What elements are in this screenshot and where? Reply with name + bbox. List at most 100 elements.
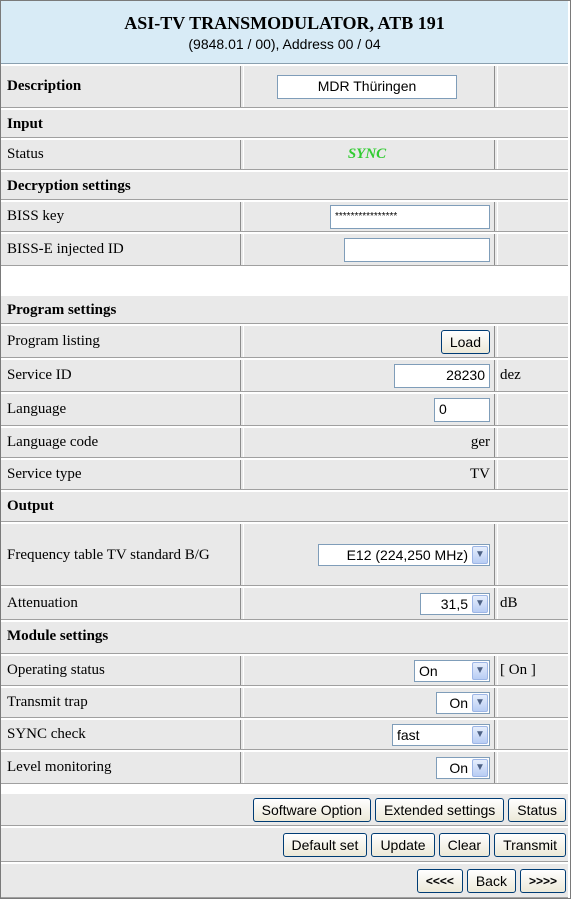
section-program: Program settings xyxy=(1,294,568,324)
language-code-label: Language code xyxy=(1,428,241,457)
attenuation-cell: 31,5 ▼ xyxy=(243,588,495,619)
service-type-value: TV xyxy=(243,460,495,489)
attenuation-row: Attenuation 31,5 ▼ dB xyxy=(1,586,568,620)
transmit-trap-cell: On ▼ xyxy=(243,688,495,717)
description-cell: MDR Thüringen xyxy=(243,66,495,107)
chevron-down-icon[interactable]: ▼ xyxy=(472,693,488,712)
language-code-extra xyxy=(497,428,568,457)
biss-key-extra xyxy=(497,202,568,231)
service-id-unit: dez xyxy=(497,360,568,391)
language-cell: 0 xyxy=(243,394,495,425)
transmit-button[interactable]: Transmit xyxy=(494,832,566,857)
page-title: ASI-TV TRANSMODULATOR, ATB 191 xyxy=(124,13,445,33)
section-output: Output xyxy=(1,490,568,522)
frequency-select[interactable]: E12 (224,250 MHz) ▼ xyxy=(318,543,490,566)
page-header: ASI-TV TRANSMODULATOR, ATB 191 (9848.01 … xyxy=(1,1,568,64)
status-label: Status xyxy=(1,140,241,169)
prev-button[interactable]: <<<< xyxy=(416,868,463,893)
status-button[interactable]: Status xyxy=(508,797,566,822)
description-extra xyxy=(497,66,568,107)
service-id-label: Service ID xyxy=(1,360,241,391)
service-type-extra xyxy=(497,460,568,489)
service-id-row: Service ID 28230 dez xyxy=(1,358,568,392)
chevron-down-icon[interactable]: ▼ xyxy=(472,594,488,613)
biss-e-cell xyxy=(243,234,495,265)
status-extra xyxy=(497,140,568,169)
status-value: SYNC xyxy=(347,146,387,162)
frequency-label: Frequency table TV standard B/G xyxy=(1,524,241,585)
page-subtitle: (9848.01 / 00), Address 00 / 04 xyxy=(188,36,381,52)
description-label: Description xyxy=(1,66,241,107)
program-listing-cell: Load xyxy=(243,326,495,357)
service-type-label: Service type xyxy=(1,460,241,489)
sync-check-select[interactable]: fast ▼ xyxy=(392,723,490,746)
sync-check-row: SYNC check fast ▼ xyxy=(1,718,568,750)
back-button[interactable]: Back xyxy=(466,868,516,893)
clear-button[interactable]: Clear xyxy=(438,832,491,857)
biss-key-row: BISS key **************** xyxy=(1,200,568,232)
biss-e-row: BISS-E injected ID xyxy=(1,232,568,266)
service-id-input[interactable]: 28230 xyxy=(394,363,490,388)
language-input[interactable]: 0 xyxy=(434,397,490,422)
status-row: Status SYNC xyxy=(1,138,568,170)
section-module: Module settings xyxy=(1,620,568,654)
attenuation-label: Attenuation xyxy=(1,588,241,619)
load-button[interactable]: Load xyxy=(440,329,490,354)
program-listing-extra xyxy=(497,326,568,357)
operating-status-readout: [ On ] xyxy=(497,656,568,685)
chevron-down-icon[interactable]: ▼ xyxy=(472,758,488,777)
frequency-select-value: E12 (224,250 MHz) xyxy=(346,546,468,563)
next-button[interactable]: >>>> xyxy=(519,868,566,893)
frequency-extra xyxy=(497,524,568,585)
service-id-cell: 28230 xyxy=(243,360,495,391)
description-input[interactable]: MDR Thüringen xyxy=(277,74,457,99)
section-decryption: Decryption settings xyxy=(1,170,568,200)
operating-status-select[interactable]: On ▼ xyxy=(414,659,490,682)
biss-e-label: BISS-E injected ID xyxy=(1,234,241,265)
button-row-2: Default set Update Clear Transmit xyxy=(1,826,568,862)
biss-key-cell: **************** xyxy=(243,202,495,231)
section-input: Input xyxy=(1,108,568,138)
biss-e-input[interactable] xyxy=(344,237,490,262)
operating-status-label: Operating status xyxy=(1,656,241,685)
operating-status-select-value: On xyxy=(419,662,438,679)
update-button[interactable]: Update xyxy=(371,832,435,857)
sync-check-extra xyxy=(497,720,568,749)
attenuation-select-value: 31,5 xyxy=(440,595,468,612)
frequency-row: Frequency table TV standard B/G E12 (224… xyxy=(1,522,568,586)
attenuation-select[interactable]: 31,5 ▼ xyxy=(420,592,490,615)
level-monitoring-select-value: On xyxy=(449,759,468,776)
chevron-down-icon[interactable]: ▼ xyxy=(472,661,488,680)
transmit-trap-extra xyxy=(497,688,568,717)
biss-e-extra xyxy=(497,234,568,265)
operating-status-row: Operating status On ▼ [ On ] xyxy=(1,654,568,686)
sync-check-select-value: fast xyxy=(397,726,420,743)
level-monitoring-select[interactable]: On ▼ xyxy=(436,756,490,779)
operating-status-cell: On ▼ xyxy=(243,656,495,685)
level-monitoring-row: Level monitoring On ▼ xyxy=(1,750,568,784)
level-monitoring-label: Level monitoring xyxy=(1,752,241,783)
status-cell: SYNC xyxy=(243,140,495,169)
transmit-trap-row: Transmit trap On ▼ xyxy=(1,686,568,718)
transmit-trap-select-value: On xyxy=(449,694,468,711)
description-row: Description MDR Thüringen xyxy=(1,64,568,108)
level-monitoring-extra xyxy=(497,752,568,783)
chevron-down-icon[interactable]: ▼ xyxy=(472,545,488,564)
transmit-trap-select[interactable]: On ▼ xyxy=(436,691,490,714)
software-option-button[interactable]: Software Option xyxy=(252,797,371,822)
sync-check-cell: fast ▼ xyxy=(243,720,495,749)
biss-key-input[interactable]: **************** xyxy=(330,204,490,229)
language-code-row: Language code ger xyxy=(1,426,568,458)
service-type-row: Service type TV xyxy=(1,458,568,490)
sync-check-label: SYNC check xyxy=(1,720,241,749)
language-row: Language 0 xyxy=(1,392,568,426)
attenuation-unit: dB xyxy=(497,588,568,619)
chevron-down-icon[interactable]: ▼ xyxy=(472,725,488,744)
language-code-value: ger xyxy=(243,428,495,457)
language-extra xyxy=(497,394,568,425)
transmit-trap-label: Transmit trap xyxy=(1,688,241,717)
default-set-button[interactable]: Default set xyxy=(282,832,368,857)
button-row-3: <<<< Back >>>> xyxy=(1,862,568,898)
extended-settings-button[interactable]: Extended settings xyxy=(375,797,505,822)
language-label: Language xyxy=(1,394,241,425)
